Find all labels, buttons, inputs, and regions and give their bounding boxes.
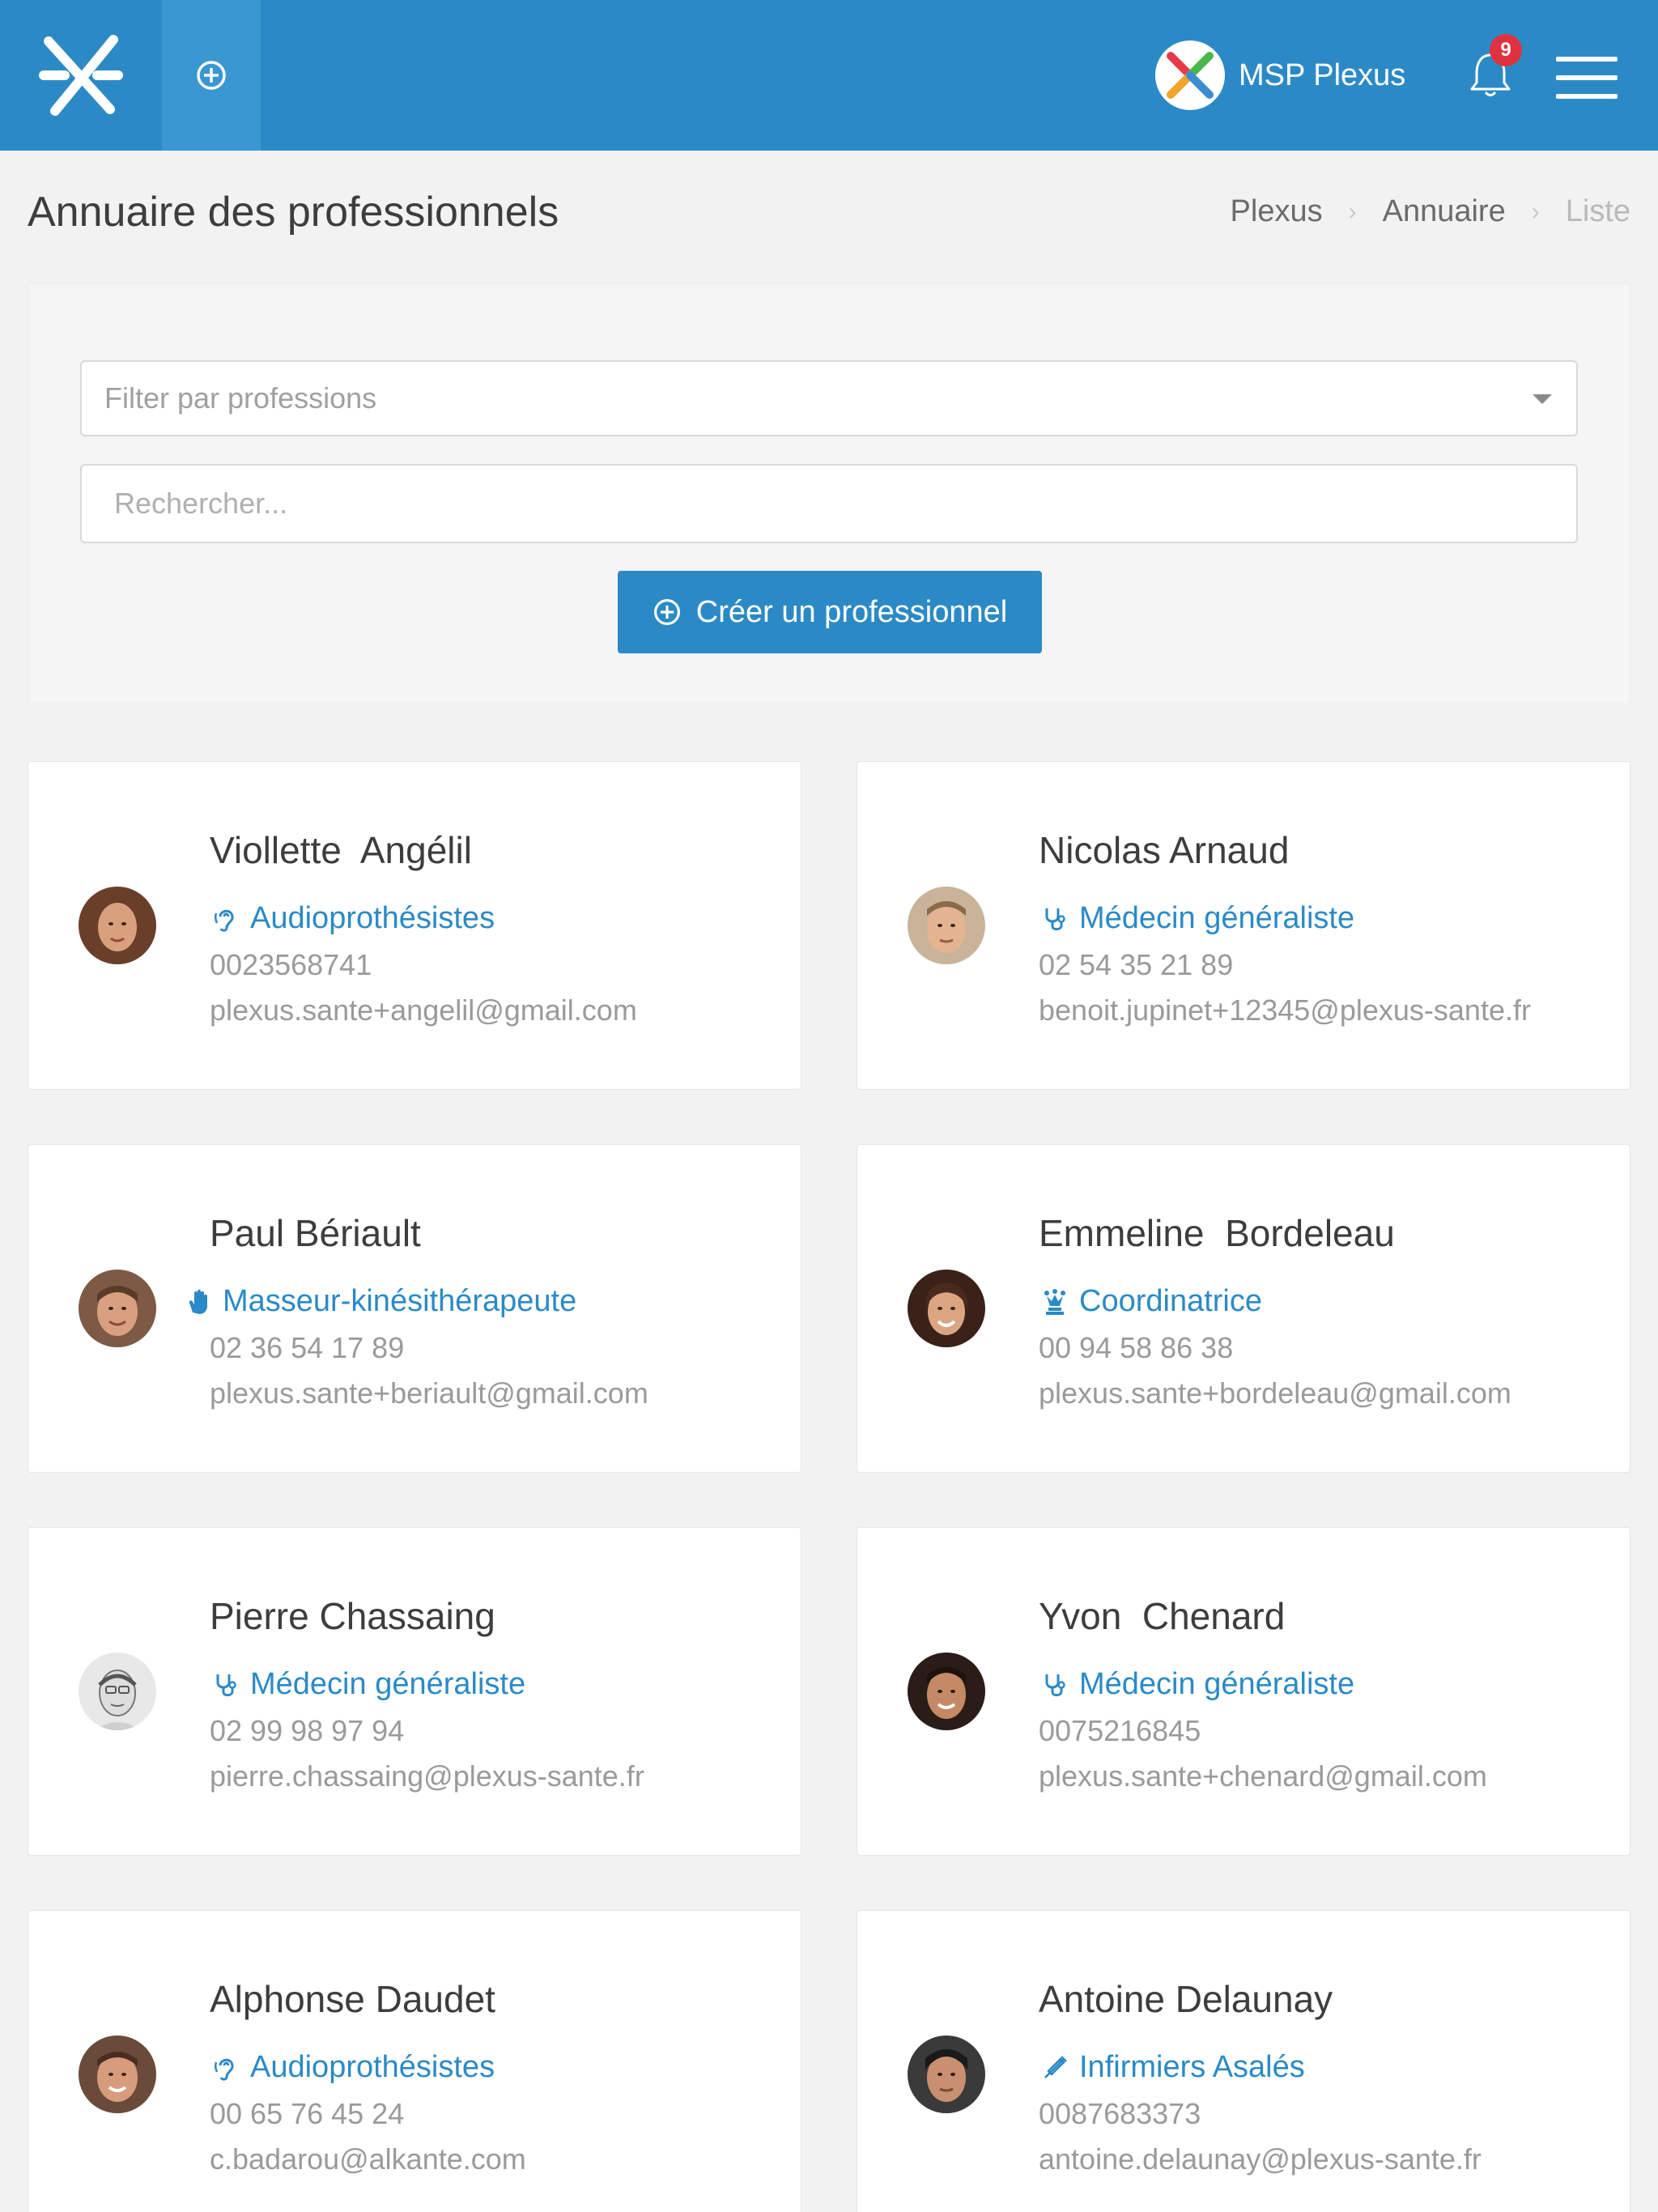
professional-name[interactable]: Alphonse Daudet bbox=[210, 1977, 495, 2021]
professional-profession: Coordinatrice bbox=[1039, 1284, 1262, 1319]
professional-card[interactable]: Emmeline Bordeleau Coordinatrice 00 94 5… bbox=[857, 1144, 1630, 1473]
filter-panel: Filter par professions Créer un professi… bbox=[28, 283, 1630, 704]
stethoscope-icon bbox=[1039, 903, 1071, 935]
add-shortcut-button[interactable] bbox=[162, 0, 261, 151]
ear-icon bbox=[210, 2052, 242, 2084]
org-name: MSP Plexus bbox=[1239, 57, 1406, 92]
professional-phone: 0087683373 bbox=[1039, 2097, 1201, 2130]
ear-icon bbox=[210, 903, 242, 935]
professional-profession: Infirmiers Asalés bbox=[1039, 2050, 1305, 2085]
create-professional-button[interactable]: Créer un professionnel bbox=[618, 571, 1042, 653]
stethoscope-icon bbox=[1039, 1669, 1071, 1701]
page-title: Annuaire des professionnels bbox=[28, 189, 559, 236]
professional-name[interactable]: Antoine Delaunay bbox=[1039, 1977, 1333, 2021]
professional-name[interactable]: Nicolas Arnaud bbox=[1039, 828, 1289, 872]
professional-card[interactable]: Yvon Chenard Médecin généraliste 0075216… bbox=[857, 1527, 1630, 1856]
stethoscope-icon bbox=[210, 1669, 242, 1701]
professional-email: benoit.jupinet+12345@plexus-sante.fr bbox=[1039, 993, 1531, 1027]
professions-filter-select[interactable]: Filter par professions bbox=[80, 360, 1578, 436]
professional-profession: Audioprothésistes bbox=[210, 901, 495, 936]
professional-name[interactable]: Viollette Angélil bbox=[210, 828, 472, 872]
professional-name[interactable]: Paul Bériault bbox=[210, 1211, 421, 1255]
professional-email: pierre.chassaing@plexus-sante.fr bbox=[210, 1759, 644, 1793]
professional-email: plexus.sante+bordeleau@gmail.com bbox=[1039, 1376, 1511, 1410]
professional-name[interactable]: Pierre Chassaing bbox=[210, 1594, 495, 1638]
menu-bar bbox=[1556, 57, 1618, 62]
profession-label: Masseur-kinésithérapeute bbox=[223, 1284, 577, 1318]
chess-queen-icon bbox=[1039, 1286, 1071, 1318]
professional-email: plexus.sante+beriault@gmail.com bbox=[210, 1376, 648, 1410]
notification-count-badge: 9 bbox=[1490, 34, 1522, 66]
professional-card[interactable]: Viollette Angélil Audioprothésistes 0023… bbox=[28, 761, 801, 1090]
hamburger-menu-button[interactable] bbox=[1556, 57, 1618, 99]
professional-name[interactable]: Yvon Chenard bbox=[1039, 1594, 1285, 1638]
profession-label: Médecin généraliste bbox=[1079, 1667, 1355, 1701]
profession-label: Audioprothésistes bbox=[250, 901, 495, 935]
avatar bbox=[908, 1653, 985, 1730]
breadcrumb-separator-icon: › bbox=[1531, 198, 1540, 225]
avatar bbox=[79, 1270, 156, 1347]
professional-card[interactable]: Alphonse Daudet Audioprothésistes 00 65 … bbox=[28, 1910, 801, 2212]
breadcrumb: Plexus › Annuaire › Liste bbox=[1231, 194, 1630, 229]
professional-phone: 0023568741 bbox=[210, 948, 372, 981]
professional-profession: Médecin généraliste bbox=[210, 1667, 525, 1702]
profession-label: Médecin généraliste bbox=[1079, 901, 1355, 935]
plexus-logo-icon bbox=[39, 35, 123, 116]
breadcrumb-annuaire[interactable]: Annuaire bbox=[1383, 194, 1506, 229]
professional-profession: Audioprothésistes bbox=[210, 2050, 495, 2085]
breadcrumb-liste: Liste bbox=[1565, 194, 1630, 228]
menu-bar bbox=[1556, 94, 1618, 99]
avatar bbox=[79, 1653, 156, 1730]
professional-profession: Masseur-kinésithérapeute bbox=[182, 1284, 576, 1319]
professional-phone: 02 54 35 21 89 bbox=[1039, 948, 1234, 981]
professional-profession: Médecin généraliste bbox=[1039, 901, 1354, 936]
professional-email: c.badarou@alkante.com bbox=[210, 2142, 526, 2176]
professional-phone: 0075216845 bbox=[1039, 1714, 1201, 1747]
professional-profession: Médecin généraliste bbox=[1039, 1667, 1354, 1702]
avatar bbox=[79, 887, 156, 964]
professional-email: plexus.sante+angelil@gmail.com bbox=[210, 993, 637, 1027]
syringe-icon bbox=[1039, 2052, 1071, 2084]
org-logo-icon bbox=[1155, 40, 1225, 110]
profession-label: Audioprothésistes bbox=[250, 2050, 495, 2084]
profession-label: Médecin généraliste bbox=[250, 1667, 526, 1701]
breadcrumb-plexus[interactable]: Plexus bbox=[1231, 194, 1323, 229]
chevron-down-icon bbox=[1533, 394, 1552, 404]
avatar bbox=[908, 2035, 985, 2113]
organization-switcher[interactable]: MSP Plexus bbox=[1154, 37, 1405, 113]
professional-phone: 02 36 54 17 89 bbox=[210, 1331, 405, 1364]
professional-card[interactable]: Pierre Chassaing Médecin généraliste 02 … bbox=[28, 1527, 801, 1856]
professional-email: antoine.delaunay@plexus-sante.fr bbox=[1039, 2142, 1482, 2176]
professional-phone: 00 94 58 86 38 bbox=[1039, 1331, 1234, 1364]
professional-phone: 02 99 98 97 94 bbox=[210, 1714, 405, 1747]
professional-email: plexus.sante+chenard@gmail.com bbox=[1039, 1759, 1487, 1793]
app-logo[interactable] bbox=[0, 0, 162, 151]
professional-card[interactable]: Paul Bériault Masseur-kinésithérapeute 0… bbox=[28, 1144, 801, 1473]
professional-name[interactable]: Emmeline Bordeleau bbox=[1039, 1211, 1395, 1255]
menu-bar bbox=[1556, 75, 1618, 80]
top-bar: MSP Plexus 9 bbox=[0, 0, 1658, 151]
professional-phone: 00 65 76 45 24 bbox=[210, 2097, 405, 2130]
avatar bbox=[79, 2035, 156, 2113]
breadcrumb-separator-icon: › bbox=[1348, 198, 1357, 225]
avatar bbox=[908, 887, 985, 964]
create-professional-label: Créer un professionnel bbox=[695, 594, 1008, 629]
profession-label: Infirmiers Asalés bbox=[1079, 2050, 1305, 2084]
plus-circle-icon bbox=[653, 599, 680, 625]
profession-label: Coordinatrice bbox=[1079, 1284, 1262, 1318]
avatar bbox=[908, 1270, 985, 1347]
plus-circle-icon bbox=[197, 61, 226, 90]
professional-card[interactable]: Antoine Delaunay Infirmiers Asalés 00876… bbox=[857, 1910, 1630, 2212]
professional-card[interactable]: Nicolas Arnaud Médecin généraliste 02 54… bbox=[857, 761, 1630, 1090]
hand-icon bbox=[182, 1286, 215, 1318]
search-input[interactable] bbox=[80, 464, 1578, 543]
professions-filter-placeholder: Filter par professions bbox=[104, 381, 377, 415]
